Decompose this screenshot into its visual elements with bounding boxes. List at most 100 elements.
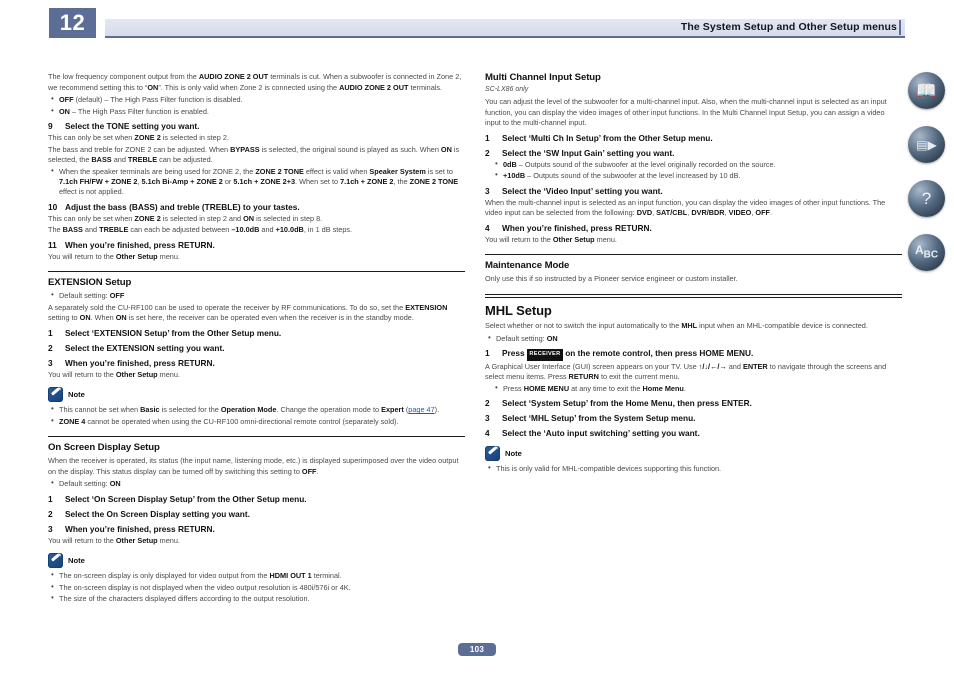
step-text: Select the ‘Video Input’ setting you wan… [502,185,663,196]
text-bold: ZONE 2 TONE [255,166,304,176]
text-bold: VIDEO [728,208,752,218]
step-10-note-2: The BASS and TREBLE can each be adjusted… [48,225,465,236]
mci-step-4-note: You will return to the Other Setup menu. [485,235,902,246]
mci-step-1: 1 Select ‘Multi Ch In Setup’ from the Ot… [485,133,902,144]
osd-step-2: 2 Select the On Screen Display setting y… [48,509,465,520]
ext-step-1: 1 Select ‘EXTENSION Setup’ from the Othe… [48,328,465,339]
text: or [222,176,234,186]
receiver-glyph: ▤▶ [916,137,937,152]
list-item: This cannot be set when Basic is selecte… [48,404,465,415]
text: Default setting: [59,479,110,489]
text: can be adjusted. [157,155,213,164]
step-text: Select ‘EXTENSION Setup’ from the Other … [65,327,282,338]
text: on the remote control, then press HOME M… [562,348,754,359]
text-bold: DVR/BDR [691,208,725,218]
step-9-note-2: The bass and treble for ZONE 2 can be ad… [48,145,465,166]
page-number-badge: 103 [458,643,496,656]
note-header: Note [48,553,465,569]
faq-question-icon[interactable]: ? [908,180,945,217]
manual-book-icon[interactable]: 📖 [908,72,945,109]
paragraph-zone2-out: The low frequency component output from … [48,72,465,93]
paragraph-extension: A separately sold the CU-RF100 can be us… [48,303,465,324]
paragraph-mhl: Select whether or not to switch the inpu… [485,321,902,332]
text: ). [434,405,440,415]
text-bold: AUDIO ZONE 2 OUT [339,82,409,92]
text: You will return to the [48,369,116,379]
text-bold: BASS [91,155,112,164]
page-header: 12 The System Setup and Other Setup menu… [0,0,954,52]
text: and [259,225,276,235]
glossary-abc-icon[interactable]: ABC [908,234,945,271]
step-number: 11 [48,239,57,250]
text-bold: ON [147,82,159,92]
step-text: Select the ‘SW Input Gain’ setting you w… [502,147,675,158]
text-bold: Operation Mode [220,405,277,415]
osd-step-1: 1 Select ‘On Screen Display Setup’ from … [48,494,465,505]
step-number: 4 [485,428,490,439]
text: menu. [157,535,180,545]
step-9: 9 Select the TONE setting you want. [48,121,465,132]
step-number: 1 [48,493,53,504]
text-bold: TREBLE [127,155,158,164]
abc-glyph: ABC [914,243,939,261]
heading-mhl-setup: MHL Setup [485,303,552,319]
list-item: ON – The High Pass Filter function is en… [48,106,465,117]
text-bold: AUDIO ZONE 2 OUT [198,72,269,81]
text-bold: 5.1ch Bi-Amp + ZONE 2 [141,176,223,186]
text-bold: Other Setup [115,251,158,261]
text-bold: ON [109,479,121,489]
pen-note-icon [48,553,63,569]
text: input when an MHL-compatible device is c… [697,321,868,331]
text: is selected in step 2. [160,133,229,142]
step-number: 3 [48,357,53,368]
list-item-default-setting: Default setting: ON [48,478,465,489]
step-number: 3 [485,185,490,196]
remote-control-icon[interactable]: ▤▶ [908,126,945,163]
text: You will return to the [48,251,116,261]
step-number: 1 [485,348,490,359]
text: , in 1 dB steps. [303,225,353,235]
text: When the receiver is operated, its statu… [48,456,459,476]
text-bold: TREBLE [99,225,129,235]
page-link-47[interactable]: page 47 [408,405,434,414]
note-label: Note [505,449,522,459]
header-bar: The System Setup and Other Setup menus [105,19,905,38]
text: A Graphical User Interface (GUI) screen … [485,361,699,371]
text: and [726,361,743,371]
text-bold: ON [440,144,452,154]
text: – Outputs sound of the subwoofer at the … [525,171,741,181]
chapter-number-badge: 12 [49,8,96,38]
text-bold: ON [59,106,70,116]
text-bold: +10dB [503,171,526,181]
list-item: +10dB – Outputs sound of the subwoofer a… [492,170,902,181]
step-text: Select ‘MHL Setup’ from the System Setup… [502,413,696,424]
text-bold: ON [546,333,558,343]
mhl-step-1-note: A Graphical User Interface (GUI) screen … [485,362,902,383]
list-item-default-setting: Default setting: ON [485,333,902,344]
text: – The High Pass Filter function is enabl… [69,106,209,116]
note-label: Note [68,390,85,400]
text: This can only be set when [48,133,135,142]
text: menu. [157,251,180,261]
text-bold: ON [115,313,127,323]
section-divider [485,254,902,256]
text-bold: ENTER [742,361,768,371]
text-bold: –10.0dB [231,225,260,235]
text: . When [90,313,116,323]
step-text: Select the ‘Auto input switching’ settin… [502,428,700,439]
step-11: 11 When you’re finished, press RETURN. [48,240,465,251]
text: The on-screen display is only displayed … [59,571,270,581]
right-column: Multi Channel Input Setup SC-LX86 only Y… [485,72,902,476]
text: ”. This is only valid when Zone 2 is con… [158,82,340,92]
left-column: The low frequency component output from … [48,72,465,605]
text: is selected, the original sound is playe… [259,144,441,154]
side-navigation-icons: 📖 ▤▶ ? ABC [908,72,954,288]
text: effect is valid when [303,166,370,176]
step-text: Select the On Screen Display setting you… [65,508,250,519]
text: Default setting: [59,291,110,301]
step-text: When you’re finished, press RETURN. [502,222,652,233]
heading-multi-channel-input-setup: Multi Channel Input Setup [485,72,601,83]
mci-step-2: 2 Select the ‘SW Input Gain’ setting you… [485,148,902,159]
mci-step-4: 4 When you’re finished, press RETURN. [485,223,902,234]
text: Press [502,348,527,359]
